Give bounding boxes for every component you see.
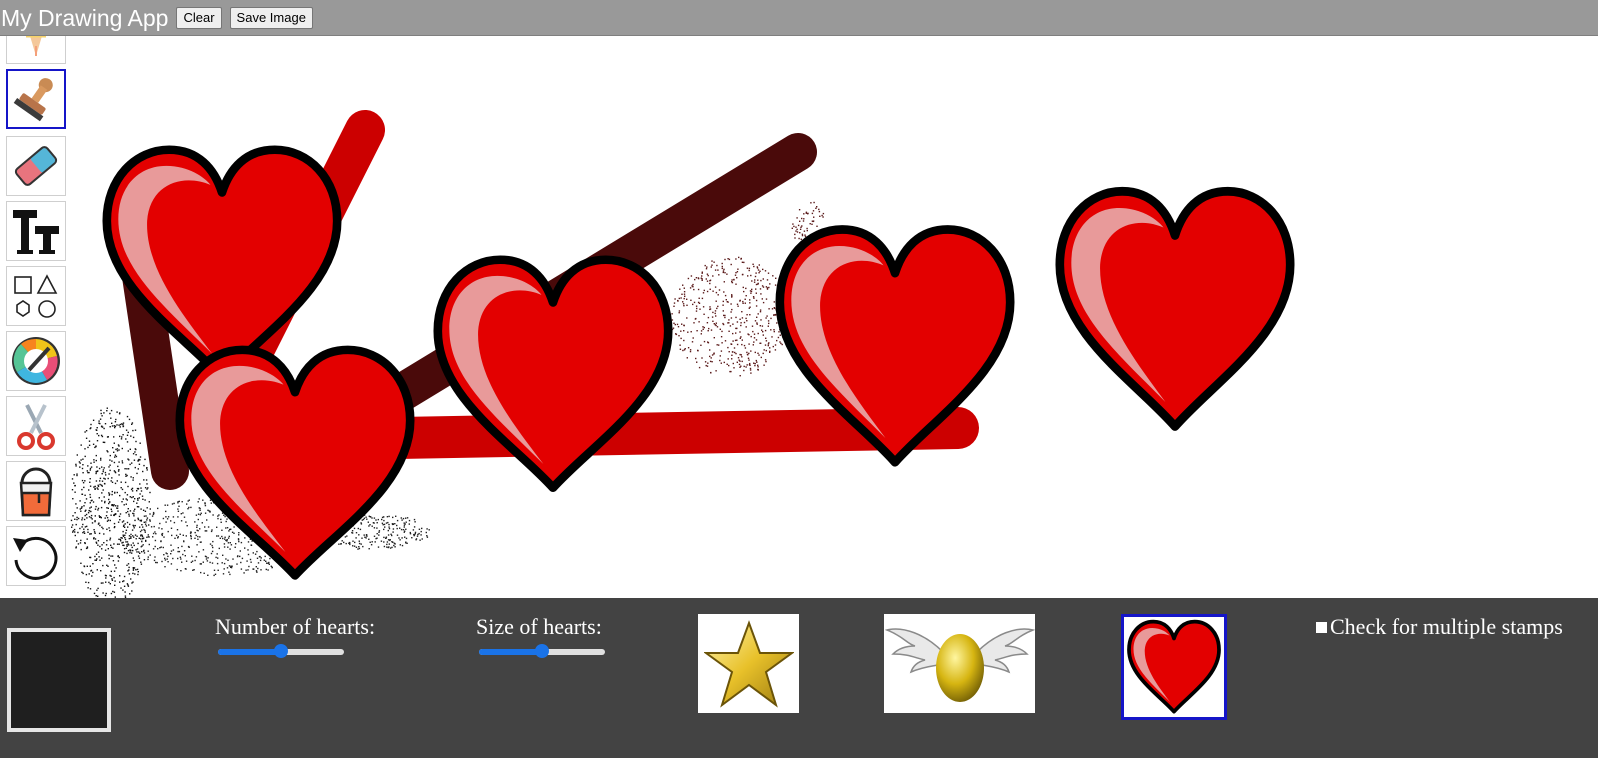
- drawing-canvas[interactable]: [70, 36, 1598, 598]
- heart-icon: [1127, 619, 1221, 714]
- number-of-hearts-label: Number of hearts:: [215, 614, 376, 639]
- stamp-option-star[interactable]: [698, 614, 799, 713]
- star-icon: [703, 619, 794, 708]
- stamp-option-heart[interactable]: [1121, 614, 1227, 720]
- winged-egg-icon: [884, 627, 1035, 702]
- size-of-hearts-slider[interactable]: [479, 644, 605, 658]
- tool-scissors[interactable]: [6, 396, 66, 456]
- number-of-hearts-slider[interactable]: [218, 644, 344, 658]
- app-header: My Drawing App Clear Save Image: [0, 0, 1598, 36]
- shapes-icon: [14, 274, 58, 318]
- pencil-icon: [26, 36, 46, 56]
- tool-shapes[interactable]: [6, 266, 66, 326]
- slider-fill: [479, 649, 542, 655]
- text-icon: [13, 210, 59, 254]
- size-of-hearts-label: Size of hearts:: [476, 614, 602, 639]
- scissors-icon: [17, 404, 55, 450]
- multiple-stamps-option[interactable]: Check for multiple stamps: [1316, 614, 1563, 640]
- save-image-button[interactable]: Save Image: [229, 6, 313, 29]
- paint-bucket-icon: [19, 467, 53, 517]
- stamp-heart: [1060, 191, 1290, 426]
- tool-pencil[interactable]: [6, 36, 66, 64]
- slider-fill: [218, 649, 281, 655]
- canvas-drawing: [70, 110, 1598, 598]
- stamp-icon: [13, 78, 53, 122]
- slider-handle[interactable]: [535, 644, 549, 658]
- multiple-stamps-label: Check for multiple stamps: [1330, 614, 1563, 639]
- tool-eraser[interactable]: [6, 136, 66, 196]
- controls-panel: Number of hearts: Size of hearts: Check …: [0, 598, 1598, 758]
- tool-color-picker[interactable]: [6, 331, 66, 391]
- undo-icon: [13, 536, 58, 580]
- slider-handle[interactable]: [274, 644, 288, 658]
- tool-text[interactable]: [6, 201, 66, 261]
- multiple-stamps-checkbox[interactable]: [1316, 621, 1327, 633]
- clear-button[interactable]: Clear: [176, 6, 222, 29]
- tool-fill[interactable]: [6, 461, 66, 521]
- app-title: My Drawing App: [1, 4, 169, 31]
- eraser-icon: [14, 146, 58, 186]
- stamp-option-winged-egg[interactable]: [884, 614, 1035, 713]
- color-wheel-icon: [12, 337, 60, 385]
- tool-sidebar: [0, 36, 70, 598]
- tool-undo[interactable]: [6, 526, 66, 586]
- tool-stamp[interactable]: [6, 69, 66, 129]
- current-color-swatch[interactable]: [7, 628, 111, 732]
